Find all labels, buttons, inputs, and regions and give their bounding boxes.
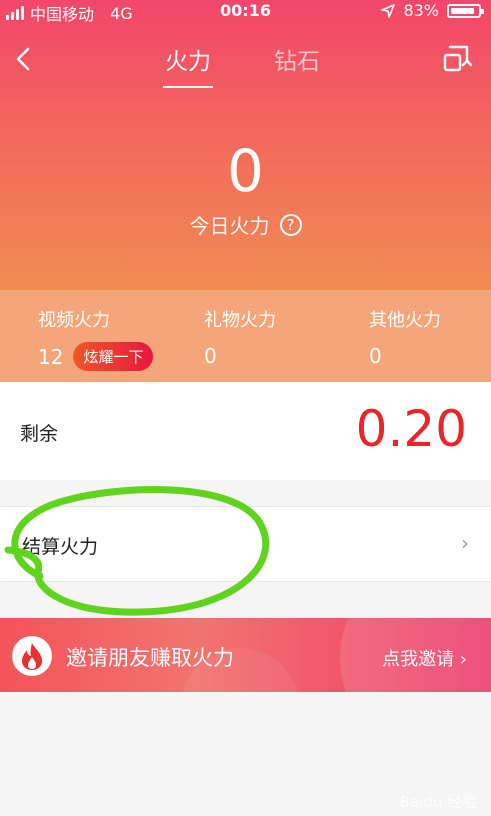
header: 中国移动 4G 00:16 83% 火力 钻石 0 今日火力 ? <box>0 0 491 290</box>
invite-cta[interactable]: 点我邀请 › <box>382 645 467 671</box>
stat-other: 其他火力 0 <box>369 306 441 371</box>
tab-fire[interactable]: 火力 <box>163 42 213 88</box>
remaining-row: 剩余 0.20 <box>0 382 491 480</box>
stat-label: 礼物火力 <box>204 310 276 331</box>
stat-gift: 礼物火力 0 <box>204 306 276 371</box>
show-off-button[interactable]: 炫耀一下 <box>73 342 154 371</box>
back-icon[interactable] <box>12 44 36 74</box>
chevron-right-icon: › <box>461 531 469 555</box>
today-fire-row: 今日火力 ? <box>0 210 491 239</box>
stat-value: 0 <box>369 344 382 368</box>
tab-diamond[interactable]: 钻石 <box>274 42 320 76</box>
settle-fire-label: 结算火力 <box>22 536 99 558</box>
stat-label: 其他火力 <box>369 310 441 331</box>
stat-video: 视频火力 12 炫耀一下 <box>38 306 154 371</box>
help-circle-icon[interactable]: ? <box>279 213 302 236</box>
exchange-icon[interactable] <box>441 44 473 74</box>
watermark: Baidu 经验 <box>399 793 477 811</box>
today-fire-label: 今日火力 <box>189 214 270 238</box>
stat-value: 0 <box>204 344 217 368</box>
location-icon <box>381 3 396 18</box>
stat-value: 12 <box>38 344 64 369</box>
flame-icon <box>12 636 52 676</box>
stat-label: 视频火力 <box>38 310 110 331</box>
remaining-label: 剩余 <box>20 423 59 445</box>
today-fire-value: 0 <box>227 137 264 205</box>
invite-title: 邀请朋友赚取火力 <box>66 646 234 670</box>
nav-bar: 火力 钻石 <box>0 36 491 88</box>
battery-icon <box>447 3 484 18</box>
fire-stats: 视频火力 12 炫耀一下 礼物火力 0 其他火力 0 <box>0 290 491 382</box>
invite-friends-banner[interactable]: 邀请朋友赚取火力 点我邀请 › <box>0 618 491 692</box>
settle-fire-button[interactable]: 结算火力 › <box>0 506 491 582</box>
remaining-value: 0.20 <box>355 400 467 458</box>
status-bar: 中国移动 4G 00:16 83% <box>0 0 491 24</box>
battery-percent: 83% <box>403 1 439 20</box>
